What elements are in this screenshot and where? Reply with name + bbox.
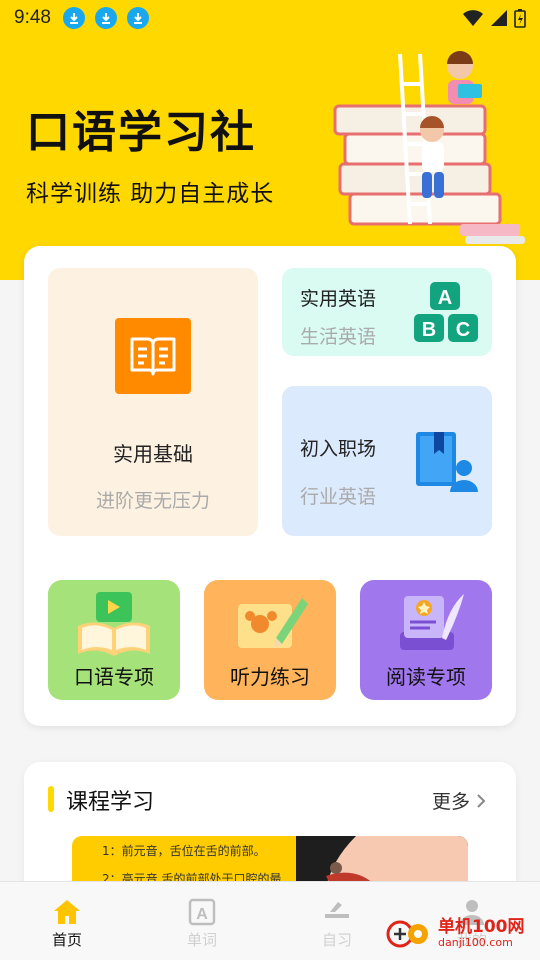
speaking-category[interactable]: 口语专项 bbox=[48, 580, 180, 700]
watermark-domain: danji100.com bbox=[438, 936, 513, 950]
status-indicators bbox=[462, 8, 526, 28]
status-bar: 9:48 bbox=[0, 0, 540, 36]
reading-label: 阅读专项 bbox=[386, 665, 466, 689]
wifi-icon bbox=[463, 10, 483, 26]
tab-words-label: 单词 bbox=[186, 931, 217, 949]
more-label: 更多 bbox=[431, 791, 470, 813]
chevron-right-icon bbox=[477, 793, 486, 808]
feature-card: 实用基础 进阶更无压力 实用英语 生活英语 A B C 初入职场 行业英语 口语… bbox=[24, 246, 516, 726]
quill-book-icon bbox=[400, 594, 464, 650]
download-notification-icon bbox=[126, 7, 149, 29]
download-notification-icon bbox=[62, 7, 85, 29]
study-desk-icon bbox=[325, 902, 349, 924]
practical-basics-tile[interactable]: 实用基础 进阶更无压力 bbox=[48, 268, 258, 536]
tab-self-study[interactable]: 自习 bbox=[297, 882, 377, 960]
status-time: 9:48 bbox=[14, 7, 51, 28]
svg-text:C: C bbox=[456, 319, 470, 341]
section-accent-bar bbox=[48, 786, 54, 812]
map-pencil-icon bbox=[238, 598, 308, 648]
tab-self-study-label: 自习 bbox=[321, 931, 352, 949]
home-icon bbox=[54, 900, 80, 924]
book-icon bbox=[115, 318, 191, 394]
workplace-tile[interactable]: 初入职场 行业英语 bbox=[282, 386, 492, 536]
reading-category[interactable]: 阅读专项 bbox=[360, 580, 492, 700]
watermark-brand: 单机100网 bbox=[438, 917, 525, 938]
practical-english-title: 实用英语 bbox=[300, 288, 377, 310]
listening-label: 听力练习 bbox=[230, 665, 310, 689]
more-courses-link[interactable]: 更多 bbox=[432, 787, 486, 814]
abc-blocks-icon: A B C bbox=[414, 282, 478, 342]
svg-text:A: A bbox=[438, 287, 452, 309]
course-preview-line: 1：前元音，舌位在舌的前部。 bbox=[102, 844, 266, 858]
course-section-title: 课程学习 bbox=[66, 790, 155, 815]
download-notification-icon bbox=[94, 7, 117, 29]
svg-text:A: A bbox=[196, 906, 208, 923]
book-person-icon bbox=[416, 432, 478, 492]
practical-basics-title: 实用基础 bbox=[113, 442, 193, 466]
app-subtitle: 科学训练 助力自主成长 bbox=[26, 181, 275, 207]
books-kids-illustration bbox=[333, 51, 525, 244]
watermark-logo-icon bbox=[386, 920, 428, 948]
watermark: 单机100网 danji100.com bbox=[386, 912, 536, 956]
signal-icon bbox=[491, 10, 507, 26]
workplace-title: 初入职场 bbox=[300, 438, 377, 460]
app-title: 口语学习社 bbox=[26, 107, 256, 158]
practical-basics-subtitle: 进阶更无压力 bbox=[95, 490, 210, 512]
battery-icon bbox=[514, 9, 526, 28]
play-book-icon bbox=[78, 592, 150, 656]
words-icon: A bbox=[188, 898, 216, 926]
tab-home[interactable]: 首页 bbox=[27, 882, 107, 960]
practical-english-tile[interactable]: 实用英语 生活英语 A B C bbox=[282, 268, 492, 356]
listening-category[interactable]: 听力练习 bbox=[204, 580, 336, 700]
svg-text:B: B bbox=[422, 319, 436, 341]
speaking-label: 口语专项 bbox=[74, 665, 154, 689]
tab-home-label: 首页 bbox=[51, 931, 82, 949]
workplace-subtitle: 行业英语 bbox=[300, 486, 377, 508]
tab-words[interactable]: A 单词 bbox=[162, 882, 242, 960]
practical-english-subtitle: 生活英语 bbox=[300, 326, 377, 348]
